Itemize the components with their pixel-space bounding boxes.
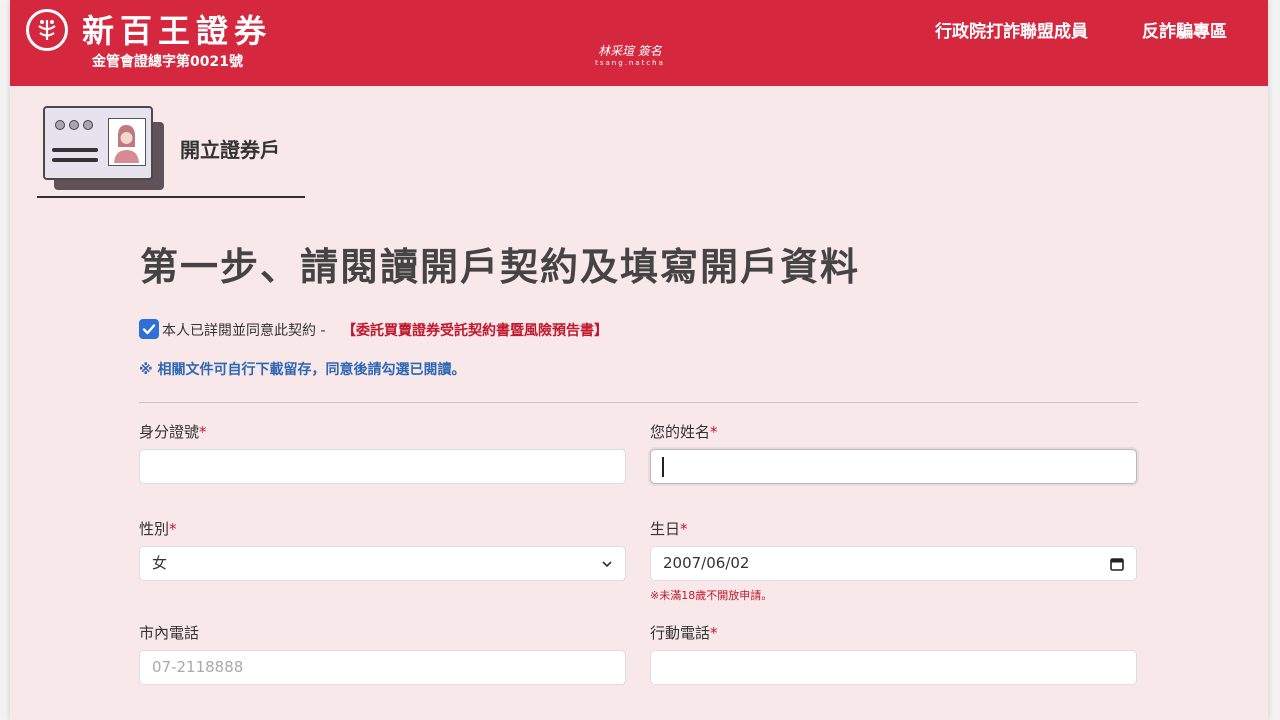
card-dot	[83, 120, 93, 130]
signature-logo: 林采瑄 簽名 tsang.natcha	[590, 42, 670, 70]
name-label: 您的姓名*	[650, 423, 718, 441]
card-dot	[55, 120, 65, 130]
calendar-icon[interactable]	[1110, 557, 1124, 571]
birthday-input[interactable]: 2007/06/02	[650, 546, 1137, 581]
card-line	[52, 148, 98, 152]
card-dot	[69, 120, 79, 130]
section-underline	[37, 196, 305, 198]
birthday-label: 生日*	[650, 520, 688, 538]
contract-link[interactable]: 【委託買賣證券受託契約書暨風險預告書】	[342, 320, 608, 340]
gender-value: 女	[152, 554, 168, 572]
gender-label: 性別*	[139, 520, 177, 538]
id-number-input[interactable]	[139, 449, 626, 484]
mobile-phone-label: 行動電話*	[650, 624, 718, 642]
mobile-phone-input[interactable]	[650, 650, 1137, 685]
text-caret	[662, 457, 664, 477]
page-frame: 新百王證券 金管會證總字第0021號 林采瑄 簽名 tsang.natcha 行…	[10, 0, 1268, 720]
name-input[interactable]	[650, 449, 1137, 484]
signature-text: 林采瑄 簽名	[598, 44, 662, 58]
agree-text: 本人已詳閱並同意此契約 -	[162, 323, 326, 339]
nav-anti-fraud-alliance[interactable]: 行政院打詐聯盟成員	[935, 17, 1088, 42]
section-title: 開立證券戶	[180, 138, 280, 162]
nav-anti-fraud-zone[interactable]: 反詐騙專區	[1142, 17, 1227, 42]
home-phone-placeholder: 07-2118888	[152, 658, 244, 676]
card-line	[52, 158, 98, 162]
brand-name[interactable]: 新百王證券	[82, 6, 272, 52]
id-number-label: 身分證號*	[139, 423, 207, 441]
age-hint: ※未滿18歲不開放申請。	[650, 589, 773, 602]
home-phone-label: 市內電話	[139, 624, 200, 642]
checkmark-icon	[142, 324, 156, 335]
license-number: 金管會證總字第0021號	[92, 54, 243, 70]
gender-select[interactable]: 女	[139, 546, 626, 581]
site-header: 新百王證券 金管會證總字第0021號 林采瑄 簽名 tsang.natcha 行…	[10, 0, 1268, 86]
signature-subtext: tsang.natcha	[595, 59, 665, 67]
download-notice: ※ 相關文件可自行下載留存，同意後請勾選已閱讀。	[139, 362, 466, 378]
divider	[139, 402, 1138, 403]
home-phone-input[interactable]: 07-2118888	[139, 650, 626, 685]
agree-checkbox[interactable]	[139, 319, 159, 339]
person-avatar-icon	[108, 118, 146, 166]
birthday-value: 2007/06/02	[663, 554, 750, 572]
company-logo-icon[interactable]	[26, 9, 68, 51]
step-title: 第一步、請閱讀開戶契約及填寫開戶資料	[140, 245, 861, 289]
chevron-down-icon	[602, 561, 612, 568]
id-card-icon	[43, 106, 153, 180]
